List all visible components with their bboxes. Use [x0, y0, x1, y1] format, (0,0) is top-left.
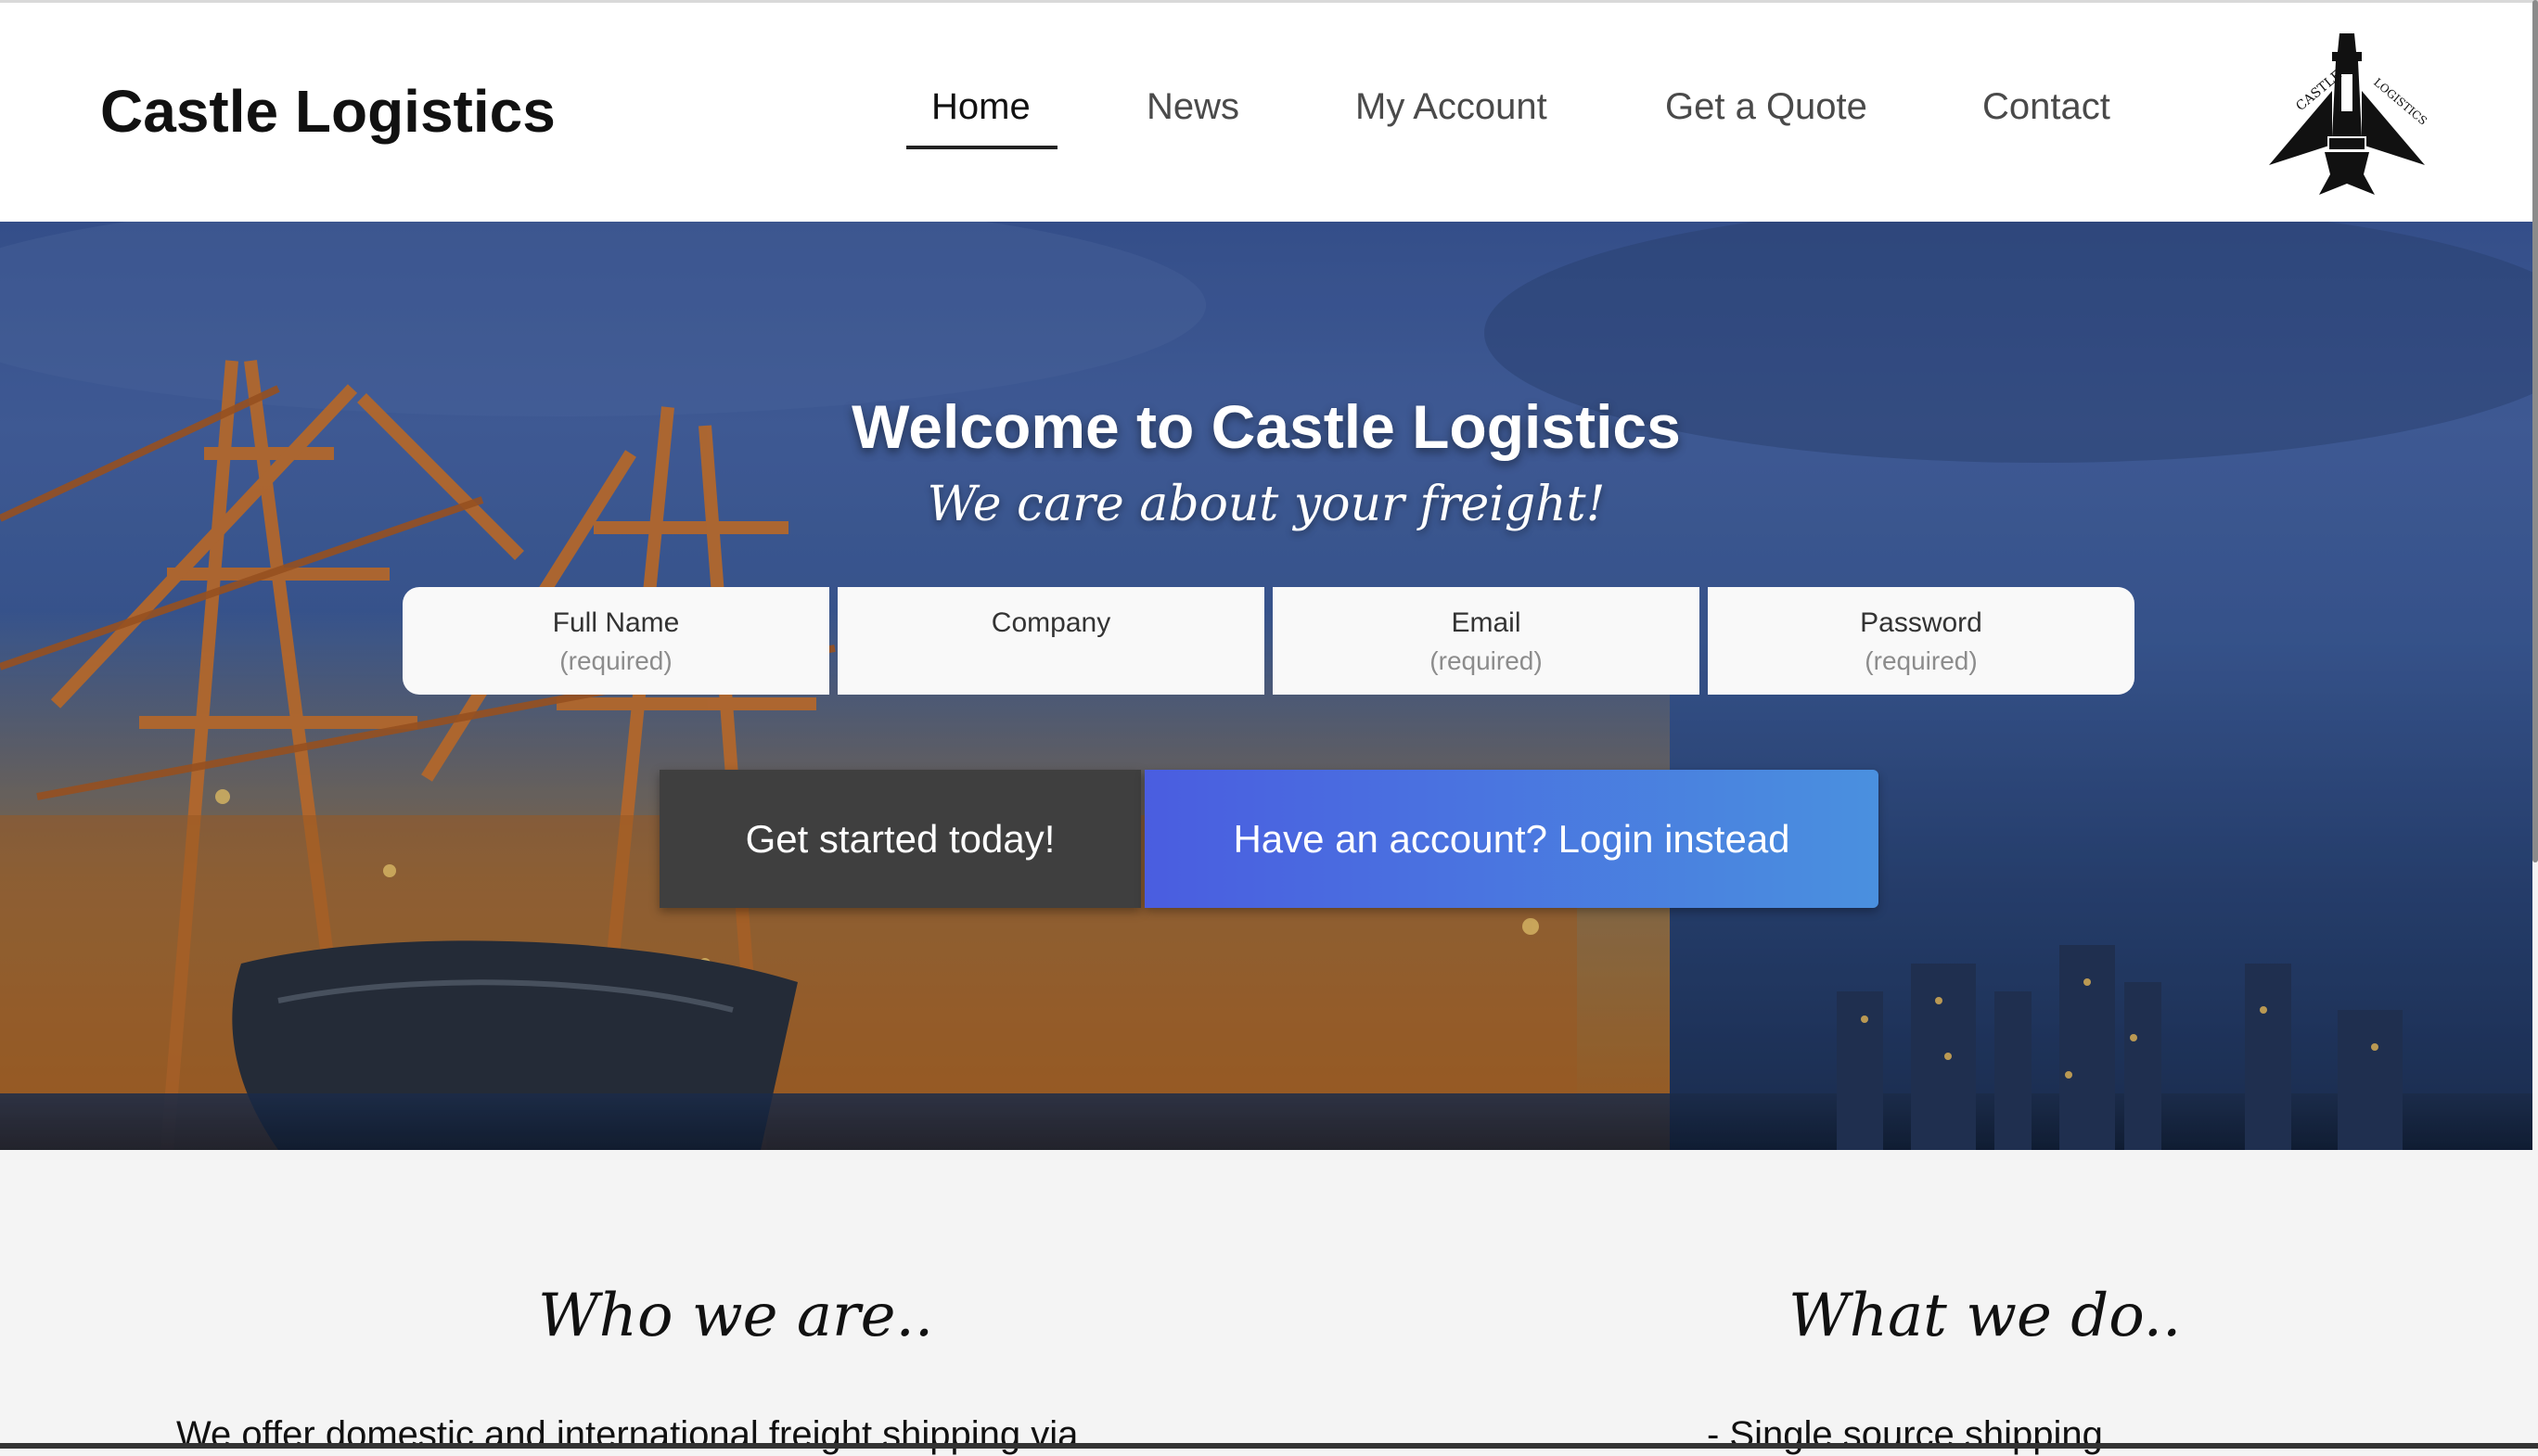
full-name-label: Full Name: [552, 607, 680, 638]
company-label: Company: [991, 607, 1111, 638]
nav-contact[interactable]: Contact: [1982, 86, 2110, 128]
hero-subtitle: We care about your freight!: [927, 477, 1606, 532]
what-we-do-text: - Single source shipping: [1707, 1414, 2103, 1455]
who-we-are-heading: Who we are..: [538, 1282, 934, 1350]
scrollbar[interactable]: [2532, 0, 2538, 862]
company-field[interactable]: Company: [838, 587, 1264, 695]
castle-logistics-logo[interactable]: CASTLE LOGISTICS: [2263, 26, 2430, 202]
full-name-placeholder: (required): [559, 646, 673, 675]
signup-form: Full Name (required) Company Email (requ…: [403, 587, 2135, 695]
nav-home[interactable]: Home: [931, 86, 1031, 128]
email-field[interactable]: Email (required): [1273, 587, 1699, 695]
nav-my-account[interactable]: My Account: [1355, 86, 1547, 128]
password-field[interactable]: Password (required): [1708, 587, 2134, 695]
email-label: Email: [1451, 607, 1521, 638]
who-we-are-text: We offer domestic and international frei…: [176, 1414, 1079, 1455]
hero-banner: Welcome to Castle Logistics We care abou…: [0, 222, 2532, 1150]
get-started-button[interactable]: Get started today!: [660, 770, 1141, 908]
window-bottom-edge: [0, 1443, 2538, 1449]
main-nav: Home News My Account Get a Quote Contact: [0, 86, 2538, 160]
nav-news[interactable]: News: [1147, 86, 1239, 128]
site-header: Castle Logistics Home News My Account Ge…: [0, 0, 2538, 222]
password-placeholder: (required): [1865, 646, 1978, 675]
active-nav-indicator: [906, 146, 1058, 149]
login-instead-button[interactable]: Have an account? Login instead: [1145, 770, 1878, 908]
what-we-do-heading: What we do..: [1788, 1282, 2182, 1350]
password-label: Password: [1860, 607, 1982, 638]
nav-get-a-quote[interactable]: Get a Quote: [1665, 86, 1867, 128]
email-placeholder: (required): [1429, 646, 1543, 675]
full-name-field[interactable]: Full Name (required): [403, 587, 829, 695]
hero-title: Welcome to Castle Logistics: [852, 392, 1681, 461]
